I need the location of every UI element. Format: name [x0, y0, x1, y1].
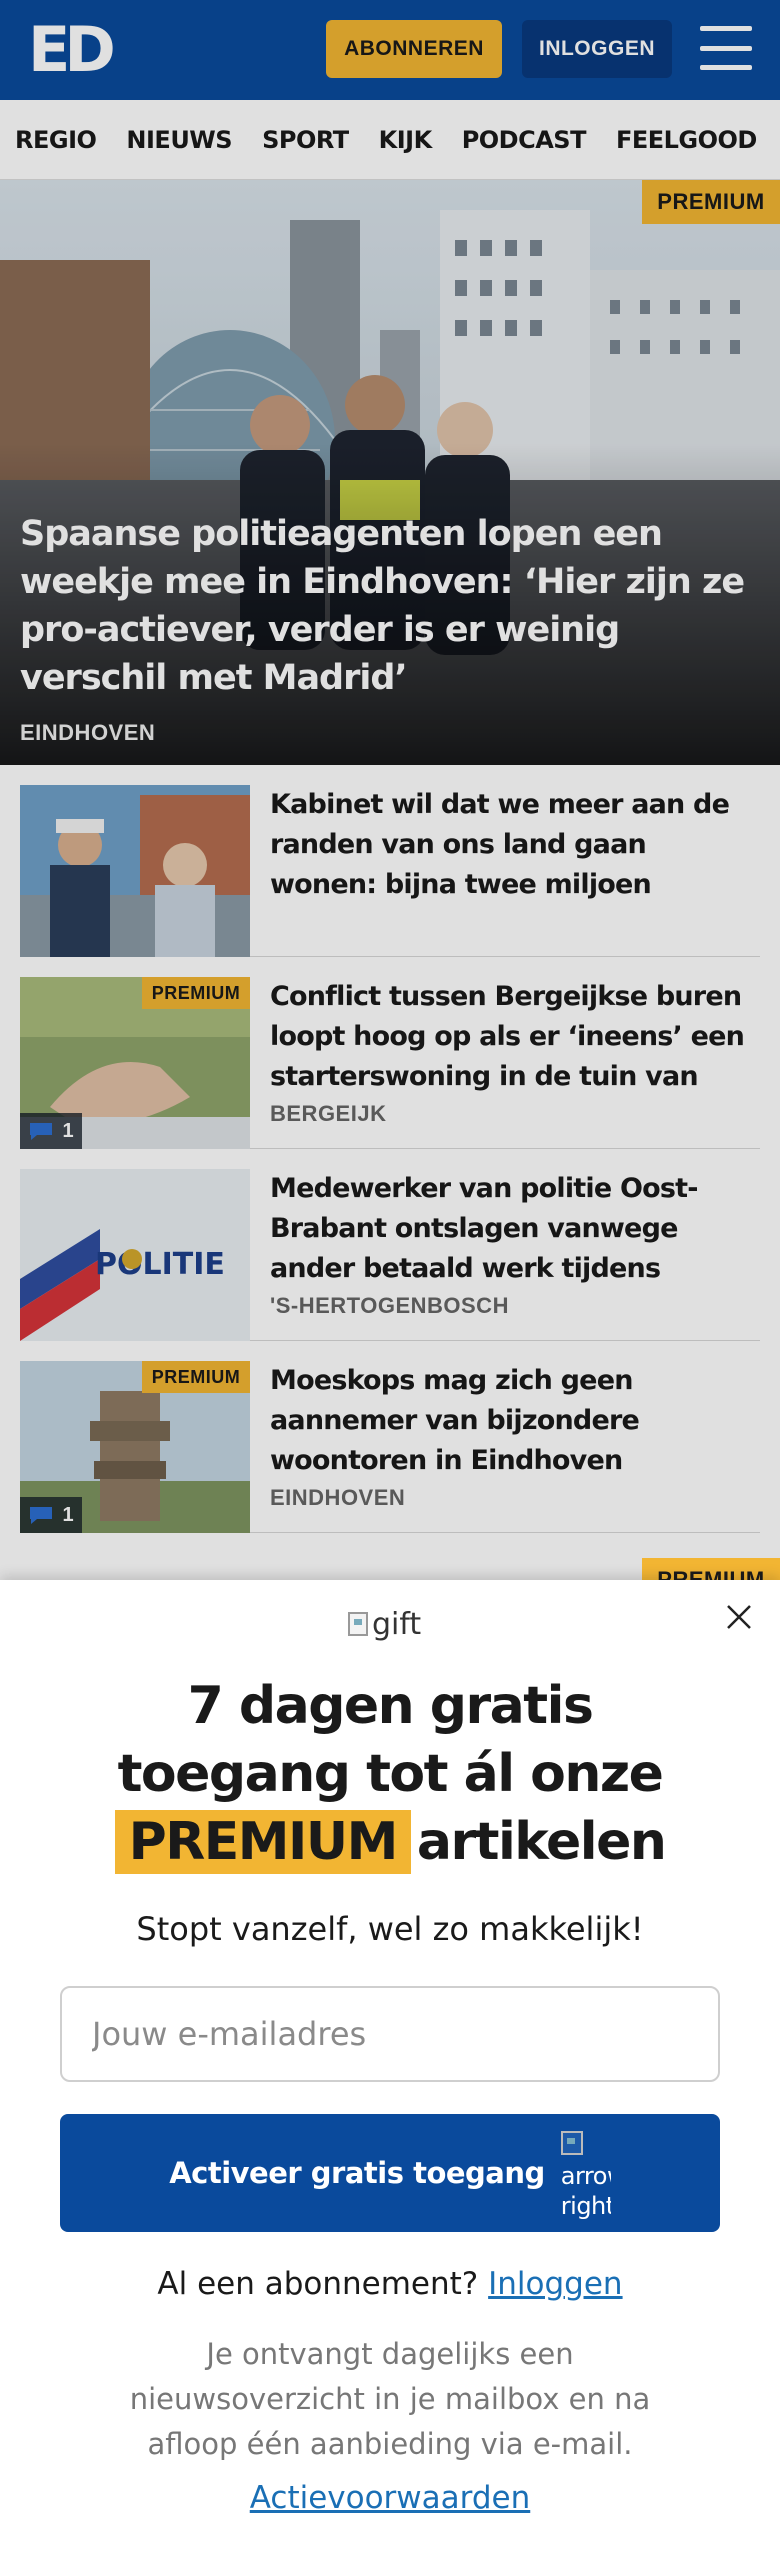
close-icon[interactable]	[724, 1602, 754, 1632]
terms-link[interactable]: Actievoorwaarden	[0, 2480, 780, 2516]
page-dim-overlay	[0, 0, 780, 1580]
next-article-peek: PREMIUM	[642, 1558, 780, 1580]
popup-login-link[interactable]: Inloggen	[488, 2266, 622, 2302]
popup-subline: Stopt vanzelf, wel zo makkelijk!	[136, 1910, 644, 1948]
already-text: Al een abonnement?	[157, 2266, 479, 2302]
popup-info-text: Je ontvangt dagelijks een nieuwsoverzich…	[129, 2337, 651, 2461]
activate-button[interactable]: Activeer gratis toegang arrow right	[60, 2114, 720, 2232]
premium-badge: PREMIUM	[642, 1558, 780, 1580]
headline-tail: artikelen	[416, 1812, 667, 1872]
gift-alt-text: gift	[372, 1606, 422, 1642]
email-field[interactable]	[60, 1986, 720, 2082]
activate-label: Activeer gratis toegang	[169, 2156, 545, 2190]
gift-icon: gift	[348, 1606, 421, 1642]
broken-image-icon	[348, 1612, 368, 1636]
premium-trial-popup: gift 7 dagen gratis toegang tot ál onze …	[0, 1580, 780, 2560]
already-subscribed: Al een abonnement? Inloggen	[0, 2266, 780, 2302]
arrow-right-icon: arrow right	[560, 2123, 611, 2223]
headline-premium-badge: PREMIUM	[114, 1810, 411, 1874]
headline-line-2: toegang tot ál onze	[117, 1744, 664, 1804]
headline-line-1: 7 dagen gratis	[187, 1676, 594, 1736]
popup-headline: 7 dagen gratis toegang tot ál onze PREMI…	[60, 1672, 720, 1876]
